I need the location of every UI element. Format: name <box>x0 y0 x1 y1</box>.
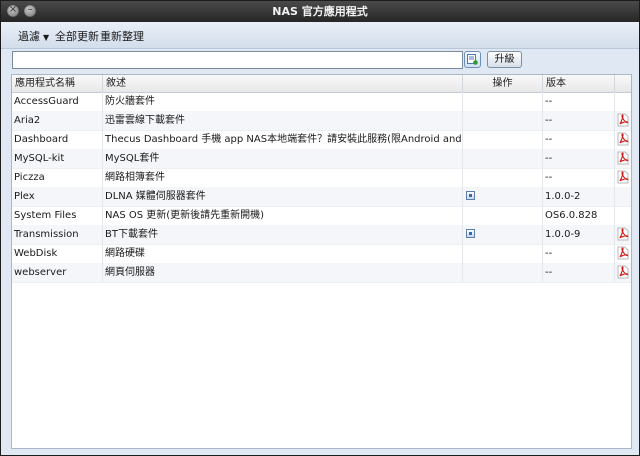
apps-table: 應用程式名稱 敘述 操作 版本 AccessGuard 防火牆套件 -- Aria2 迅… <box>11 74 632 449</box>
version-cell: -- <box>543 168 615 187</box>
doc-cell <box>615 92 631 111</box>
table-row[interactable]: AccessGuard 防火牆套件 -- <box>12 92 631 112</box>
title-bar[interactable]: × – NAS 官方應用程式 <box>1 1 639 22</box>
doc-cell <box>615 225 631 244</box>
doc-cell <box>615 244 631 263</box>
version-cell: -- <box>543 244 615 263</box>
app-name-cell: MySQL-kit <box>12 149 103 168</box>
table-row[interactable]: Dashboard Thecus Dashboard 手機 app NAS本地端套… <box>12 130 631 150</box>
description-cell: NAS OS 更新(更新後請先重新開機) <box>103 206 463 225</box>
description-cell: DLNA 媒體伺服器套件 <box>103 187 463 206</box>
table-row[interactable]: Aria2 迅雷雲線下載套件 -- <box>12 111 631 131</box>
doc-cell <box>615 111 631 130</box>
description-cell: 網路相簿套件 <box>103 168 463 187</box>
column-header-description[interactable]: 敘述 <box>103 75 463 92</box>
version-cell: -- <box>543 92 615 111</box>
search-go-button[interactable] <box>464 51 481 68</box>
column-header-version[interactable]: 版本 <box>543 75 615 92</box>
doc-cell <box>615 263 631 282</box>
action-cell <box>463 263 543 282</box>
column-header-action[interactable]: 操作 <box>463 75 543 92</box>
app-window: × – NAS 官方應用程式 過濾 ▼ 全部更新 重新整理 升級 應用程式名稱 … <box>0 0 640 456</box>
app-name-cell: Dashboard <box>12 130 103 149</box>
search-input[interactable] <box>12 51 463 69</box>
description-cell: 網頁伺服器 <box>103 263 463 282</box>
version-cell: 1.0.0-2 <box>543 187 615 206</box>
action-cell <box>463 244 543 263</box>
pdf-icon <box>617 151 629 165</box>
action-cell <box>463 168 543 187</box>
app-name-cell: System Files <box>12 206 103 225</box>
app-name-cell: Plex <box>12 187 103 206</box>
version-cell: -- <box>543 263 615 282</box>
reorganize-button[interactable]: 重新整理 <box>100 28 144 44</box>
description-cell: MySQL套件 <box>103 149 463 168</box>
column-header-app-name[interactable]: 應用程式名稱 <box>12 75 103 92</box>
version-cell: 1.0.0-9 <box>543 225 615 244</box>
version-cell: -- <box>543 130 615 149</box>
window-body: 過濾 ▼ 全部更新 重新整理 升級 應用程式名稱 敘述 操作 版本 Access… <box>1 22 639 455</box>
doc-cell <box>615 187 631 206</box>
pdf-icon <box>617 132 629 146</box>
table-row[interactable]: Piczza 網路相簿套件 -- <box>12 168 631 188</box>
version-cell: -- <box>543 111 615 130</box>
table-header: 應用程式名稱 敘述 操作 版本 <box>12 75 631 93</box>
doc-cell <box>615 130 631 149</box>
version-cell: OS6.0.828 <box>543 206 615 225</box>
table-row[interactable]: Transmission BT下載套件 1.0.0-9 <box>12 225 631 245</box>
action-cell <box>463 149 543 168</box>
doc-cell <box>615 206 631 225</box>
pdf-icon <box>617 227 629 241</box>
column-header-doc <box>615 75 631 92</box>
table-row[interactable]: System Files NAS OS 更新(更新後請先重新開機) OS6.0.82… <box>12 206 631 226</box>
description-cell: BT下載套件 <box>103 225 463 244</box>
upgrade-button[interactable]: 升級 <box>487 51 522 68</box>
pdf-icon <box>617 113 629 127</box>
action-cell <box>463 92 543 111</box>
toolbar: 過濾 ▼ 全部更新 重新整理 <box>1 22 639 49</box>
description-cell: 防火牆套件 <box>103 92 463 111</box>
app-name-cell: WebDisk <box>12 244 103 263</box>
description-cell: 網路硬碟 <box>103 244 463 263</box>
action-cell <box>463 130 543 149</box>
chevron-down-icon: ▼ <box>43 33 50 42</box>
action-cell <box>463 225 543 244</box>
action-cell <box>463 206 543 225</box>
app-name-cell: Transmission <box>12 225 103 244</box>
action-cell <box>463 111 543 130</box>
window-title: NAS 官方應用程式 <box>272 5 368 18</box>
description-cell: Thecus Dashboard 手機 app NAS本地端套件？請安裝此服務(… <box>103 130 463 149</box>
version-cell: -- <box>543 149 615 168</box>
pdf-icon <box>617 246 629 260</box>
table-row[interactable]: webserver 網頁伺服器 -- <box>12 263 631 283</box>
filter-menu-label: 過濾 <box>18 30 40 43</box>
description-cell: 迅雷雲線下載套件 <box>103 111 463 130</box>
search-go-icon <box>467 54 478 65</box>
table-row[interactable]: Plex DLNA 媒體伺服器套件 1.0.0-2 <box>12 187 631 207</box>
update-all-button[interactable]: 全部更新 <box>55 28 99 44</box>
app-name-cell: Piczza <box>12 168 103 187</box>
filter-menu-button[interactable]: 過濾 ▼ <box>18 28 49 44</box>
action-cell <box>463 187 543 206</box>
app-name-cell: webserver <box>12 263 103 282</box>
table-row[interactable]: MySQL-kit MySQL套件 -- <box>12 149 631 169</box>
pdf-icon <box>617 170 629 184</box>
doc-cell <box>615 168 631 187</box>
checkbox-icon[interactable] <box>466 229 475 238</box>
search-row: 升級 <box>1 49 639 73</box>
app-name-cell: Aria2 <box>12 111 103 130</box>
checkbox-icon[interactable] <box>466 191 475 200</box>
table-row[interactable]: WebDisk 網路硬碟 -- <box>12 244 631 264</box>
doc-cell <box>615 149 631 168</box>
app-name-cell: AccessGuard <box>12 92 103 111</box>
pdf-icon <box>617 265 629 279</box>
